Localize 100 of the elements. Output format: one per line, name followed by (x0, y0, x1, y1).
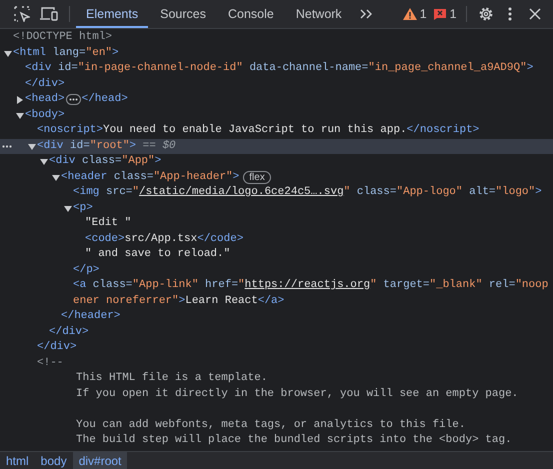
html-tag: <a (73, 278, 86, 294)
expand-arrow-icon[interactable] (28, 142, 36, 150)
attribute-value: "root" (90, 138, 130, 154)
node-row[interactable]: " and save to reload." (0, 247, 553, 262)
node-row[interactable]: <p> (0, 200, 553, 216)
panel-tab[interactable]: Network (286, 0, 352, 28)
attribute-name: class= (92, 278, 132, 293)
attribute-value: "in_page_channel_a9AD9Q" (368, 61, 527, 76)
selected-node-row[interactable]: <div id="root"> == $0 (0, 138, 553, 154)
html-tag: <html (13, 46, 46, 61)
html-tag: <code> (85, 232, 125, 247)
comment-text: You can add webfonts, meta tags, or analytics to this file. (75, 418, 466, 432)
attribute-name: alt= (468, 185, 496, 200)
attribute-name: class= (112, 170, 154, 184)
attribute-value: "in-page-channel-node-id" (78, 61, 243, 76)
markup-text: <!DOCTYPE html> (13, 30, 112, 45)
expand-arrow-icon[interactable] (52, 174, 60, 182)
text-content: src/App.tsx (124, 232, 198, 246)
expand-arrow-icon[interactable] (16, 112, 24, 120)
expand-arrow-icon[interactable] (16, 96, 24, 104)
device-toolbar-icon[interactable] (39, 5, 59, 23)
node-row[interactable]: "Edit " (0, 216, 553, 232)
node-row[interactable]: <code>src/App.tsx</code> (0, 232, 553, 247)
node-row[interactable]: <img src="/static/media/logo.6ce24c5….svg" class="App-logo" alt="logo"> (0, 185, 553, 200)
html-tag: <div (25, 61, 52, 76)
node-row[interactable]: <a class="App-link" href="https://reactjs.org" target="_blank" rel="noop (0, 278, 553, 294)
console-reference: $0 (162, 138, 176, 154)
attribute-name: src= (105, 185, 132, 200)
text-content: You need to enable JavaScript to run this app. (103, 123, 407, 138)
html-tag: </p> (73, 262, 100, 278)
link[interactable]: https://reactjs.org (244, 278, 370, 294)
comment-text: The build step will place the bundled scripts into the <body> tag. (75, 433, 513, 448)
html-tag: </noscript> (406, 123, 480, 138)
html-tag: </div> (37, 340, 77, 356)
node-row[interactable]: <!-- (0, 356, 553, 371)
attribute-value: " (344, 185, 350, 200)
attribute-name: id= (57, 61, 78, 76)
settings-icon[interactable] (476, 5, 495, 23)
node-row[interactable]: <header class="App-header"> flex (0, 170, 553, 185)
expand-arrow-icon[interactable] (40, 158, 48, 166)
more-icon[interactable] (2, 144, 12, 148)
attribute-name: target= (382, 278, 430, 293)
error-icon (432, 8, 447, 20)
attribute-name: class= (81, 154, 122, 169)
panel-tab[interactable]: Elements (76, 0, 148, 28)
html-tag: <head> (25, 92, 65, 108)
html-tag: > (526, 61, 534, 76)
comment-text: This HTML file is a template. (75, 371, 268, 386)
html-tag: <noscript> (37, 123, 104, 138)
comment-text: If you open it directly in the browser, you will see an empty page. (75, 386, 520, 402)
attribute-name: lang= (52, 46, 86, 60)
errors-counter[interactable]: 1 (430, 7, 460, 21)
attribute-name: class= (356, 185, 396, 200)
html-tag: > (154, 154, 162, 170)
html-tag: <div (37, 138, 64, 154)
warnings-counter[interactable]: 1 (400, 7, 430, 21)
ellipsis-icon (68, 98, 78, 102)
text-content: " and save to reload." (85, 247, 230, 262)
markup-text: == (142, 138, 157, 154)
link[interactable]: /static/media/logo.6ce24c5….svg (139, 185, 344, 200)
collapsed-content-button[interactable] (66, 94, 81, 106)
text-content: "Edit " (85, 216, 132, 231)
node-row[interactable]: <head> </head> (0, 92, 553, 108)
html-tag: <div (49, 154, 76, 170)
attribute-value: "logo" (496, 185, 536, 200)
html-tag: </code> (197, 232, 244, 247)
flex-badge[interactable]: flex (243, 170, 271, 184)
attribute-name: href= (204, 278, 238, 293)
expand-arrow-icon[interactable] (4, 50, 12, 58)
attribute-value: ener noreferrer" (73, 294, 179, 308)
node-row[interactable]: <noscript>You need to enable JavaScript to run this app.</noscript> (0, 123, 553, 138)
html-tag: </div> (49, 324, 89, 340)
attribute-value: "App" (122, 154, 155, 169)
attribute-name: id= (69, 138, 90, 154)
panel-tab[interactable]: Console (218, 0, 284, 28)
html-tag: > (535, 185, 542, 200)
breadcrumb[interactable]: html (0, 452, 35, 469)
html-tag: </header> (61, 309, 120, 324)
breadcrumb[interactable]: div#root (72, 452, 128, 469)
breadcrumb[interactable]: body (34, 452, 73, 469)
inspect-element-icon[interactable] (13, 5, 31, 23)
html-tag: </a> (258, 294, 284, 309)
attribute-value: "App-logo" (396, 185, 463, 200)
attribute-value: "en" (86, 46, 112, 60)
html-tag: > (232, 170, 240, 185)
node-row[interactable]: <!DOCTYPE html> (0, 30, 553, 46)
html-tag: <p> (73, 200, 93, 216)
attribute-value: " (370, 278, 377, 293)
node-row[interactable]: <body> (0, 108, 553, 123)
panel-tab[interactable]: Sources (150, 0, 216, 28)
text-content: Learn React (185, 294, 258, 308)
markup-text: <!-- (37, 356, 64, 370)
expand-arrow-icon[interactable] (64, 204, 72, 212)
attribute-name: data-channel-name= (248, 61, 368, 76)
attribute-value: "noop (515, 278, 548, 293)
node-row[interactable]: <html lang="en"> (0, 46, 553, 61)
html-tag: </div> (25, 76, 65, 92)
html-tag: </head> (82, 92, 128, 108)
node-row[interactable]: <div id="in-page-channel-node-id" data-channel-name="in_page_channel_a9AD9Q"> (0, 61, 553, 76)
node-row[interactable]: <div class="App"> (0, 154, 553, 170)
